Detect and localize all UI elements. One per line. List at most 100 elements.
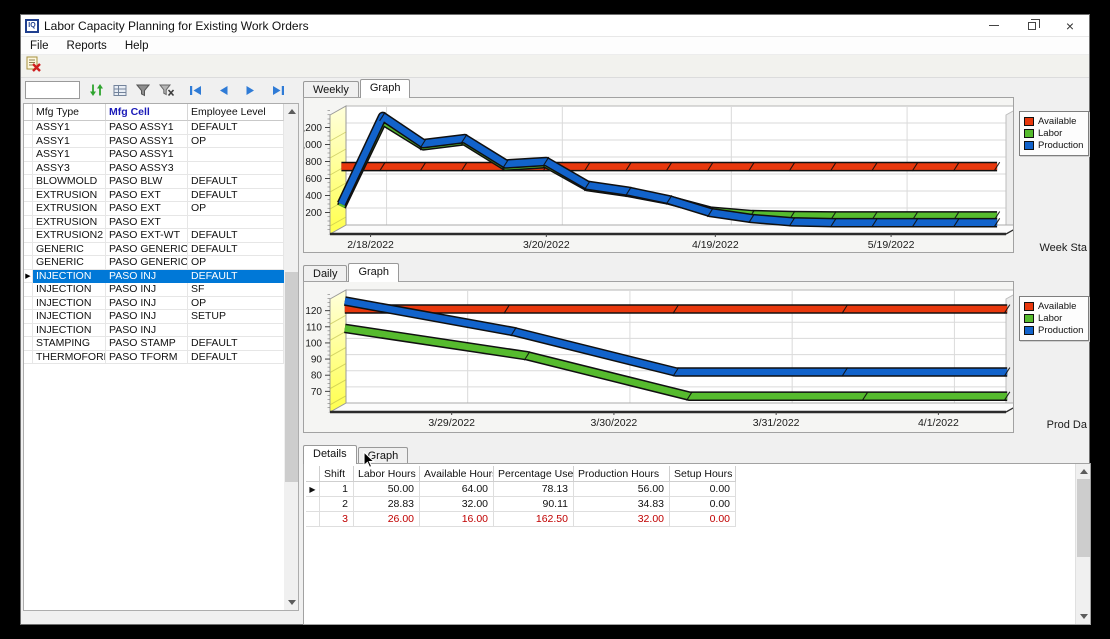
first-record-icon[interactable]: [189, 85, 202, 96]
table-cell: SF: [188, 283, 284, 297]
scrollbar-thumb[interactable]: [1077, 479, 1090, 557]
last-record-icon[interactable]: [272, 85, 285, 96]
tab-graph[interactable]: Graph: [360, 79, 411, 98]
column-header[interactable]: Mfg Cell: [106, 104, 188, 121]
column-header[interactable]: Production Hours: [574, 466, 670, 482]
table-row[interactable]: EXTRUSIONPASO EXTOP: [24, 202, 284, 216]
scroll-up-icon[interactable]: [1076, 464, 1091, 479]
scroll-up-icon[interactable]: [284, 104, 299, 119]
table-cell: 0.00: [670, 482, 736, 497]
scrollbar-thumb[interactable]: [285, 272, 298, 482]
marker-column-header: [306, 466, 320, 482]
table-row[interactable]: ASSY1PASO ASSY1OP: [24, 135, 284, 149]
grid-icon[interactable]: [113, 84, 127, 97]
menu-file[interactable]: File: [21, 39, 58, 53]
daily-axis-title: Prod Da: [1021, 419, 1087, 431]
table-row[interactable]: EXTRUSIONPASO EXT: [24, 216, 284, 230]
table-cell: PASO EXT: [106, 189, 188, 203]
table-cell: PASO EXT: [106, 202, 188, 216]
column-header[interactable]: Employee Level: [188, 104, 284, 121]
table-row[interactable]: BLOWMOLDPASO BLWDEFAULT: [24, 175, 284, 189]
details-scrollbar[interactable]: [1075, 464, 1090, 624]
table-cell: INJECTION: [33, 297, 106, 311]
table-row[interactable]: ASSY1PASO ASSY1DEFAULT: [24, 121, 284, 135]
table-row[interactable]: INJECTIONPASO INJSETUP: [24, 310, 284, 324]
table-row[interactable]: INJECTIONPASO INJOP: [24, 297, 284, 311]
table-row[interactable]: ASSY3PASO ASSY3: [24, 162, 284, 176]
previous-record-icon[interactable]: [218, 85, 229, 96]
mfg-table-header: Mfg TypeMfg CellEmployee Level: [24, 104, 284, 121]
row-marker: [24, 256, 33, 270]
table-row[interactable]: EXTRUSIONPASO EXTDEFAULT: [24, 189, 284, 203]
tab-graph[interactable]: Graph: [348, 263, 399, 282]
row-marker: [24, 148, 33, 162]
table-row[interactable]: EXTRUSION2PASO EXT-WTDEFAULT: [24, 229, 284, 243]
row-marker: [24, 351, 33, 365]
sort-icon[interactable]: [89, 83, 104, 97]
table-row[interactable]: 228.8332.0090.1134.830.00: [306, 497, 738, 512]
weekly-chart-panel: 2004006008001,0001,2002/18/20223/20/2022…: [303, 97, 1014, 253]
search-input[interactable]: [25, 81, 80, 99]
mouse-cursor: [363, 451, 379, 469]
table-cell: DEFAULT: [188, 229, 284, 243]
row-marker: [24, 135, 33, 149]
minimize-button[interactable]: [975, 15, 1013, 36]
table-row[interactable]: STAMPINGPASO STAMPDEFAULT: [24, 337, 284, 351]
title-bar: IQ Labor Capacity Planning for Existing …: [21, 15, 1089, 37]
table-row[interactable]: ▶INJECTIONPASO INJDEFAULT: [24, 270, 284, 284]
table-cell: [188, 162, 284, 176]
table-cell: 0.00: [670, 512, 736, 527]
table-cell: BLOWMOLD: [33, 175, 106, 189]
table-row[interactable]: INJECTIONPASO INJSF: [24, 283, 284, 297]
tab-details[interactable]: Details: [303, 445, 357, 464]
scroll-down-icon[interactable]: [284, 595, 299, 610]
next-record-icon[interactable]: [245, 85, 256, 96]
table-cell: [188, 324, 284, 338]
legend-item: Production: [1024, 140, 1084, 151]
legend-item: Available: [1024, 116, 1084, 127]
table-cell: DEFAULT: [188, 351, 284, 365]
clear-filter-icon[interactable]: [159, 84, 175, 97]
menu-help[interactable]: Help: [116, 39, 158, 53]
table-row[interactable]: INJECTIONPASO INJ: [24, 324, 284, 338]
column-header[interactable]: Shift: [320, 466, 354, 482]
weekly-tabs: WeeklyGraph: [303, 79, 411, 98]
table-cell: 0.00: [670, 497, 736, 512]
restore-button[interactable]: [1013, 15, 1051, 36]
legend-label: Available: [1038, 301, 1076, 312]
column-header[interactable]: Available Hours: [420, 466, 494, 482]
restore-icon: [1028, 22, 1036, 30]
tab-daily[interactable]: Daily: [303, 265, 347, 282]
table-row[interactable]: GENERICPASO GENERICOP: [24, 256, 284, 270]
weekly-axis-title: Week Sta: [1021, 242, 1087, 254]
table-cell: 16.00: [420, 512, 494, 527]
table-cell: 32.00: [574, 512, 670, 527]
table-cell: ASSY1: [33, 148, 106, 162]
table-cell: THERMOFORM: [33, 351, 106, 365]
column-header[interactable]: Setup Hours: [670, 466, 736, 482]
table-row[interactable]: ▶150.0064.0078.1356.000.00: [306, 482, 738, 497]
column-header[interactable]: Percentage Used: [494, 466, 574, 482]
table-row[interactable]: GENERICPASO GENERICDEFAULT: [24, 243, 284, 257]
row-marker: [24, 324, 33, 338]
svg-text:4/19/2022: 4/19/2022: [692, 239, 739, 251]
daily-tabs: DailyGraph: [303, 263, 400, 282]
filter-icon[interactable]: [136, 84, 150, 97]
menu-reports[interactable]: Reports: [58, 39, 116, 53]
mfg-grid-scrollbar[interactable]: [284, 104, 299, 610]
table-row[interactable]: 326.0016.00162.5032.000.00: [306, 512, 738, 527]
table-cell: DEFAULT: [188, 243, 284, 257]
table-row[interactable]: ASSY1PASO ASSY1: [24, 148, 284, 162]
scroll-down-icon[interactable]: [1076, 609, 1091, 624]
close-form-icon[interactable]: [25, 55, 42, 77]
window-controls: ×: [975, 15, 1089, 36]
table-cell: PASO ASSY1: [106, 135, 188, 149]
table-cell: DEFAULT: [188, 270, 284, 284]
svg-text:3/31/2022: 3/31/2022: [753, 417, 800, 429]
svg-text:2/18/2022: 2/18/2022: [347, 239, 394, 251]
column-header[interactable]: Mfg Type: [33, 104, 106, 121]
table-cell: EXTRUSION: [33, 202, 106, 216]
table-row[interactable]: THERMOFORMPASO TFORMDEFAULT: [24, 351, 284, 365]
close-button[interactable]: ×: [1051, 15, 1089, 36]
tab-weekly[interactable]: Weekly: [303, 81, 359, 98]
